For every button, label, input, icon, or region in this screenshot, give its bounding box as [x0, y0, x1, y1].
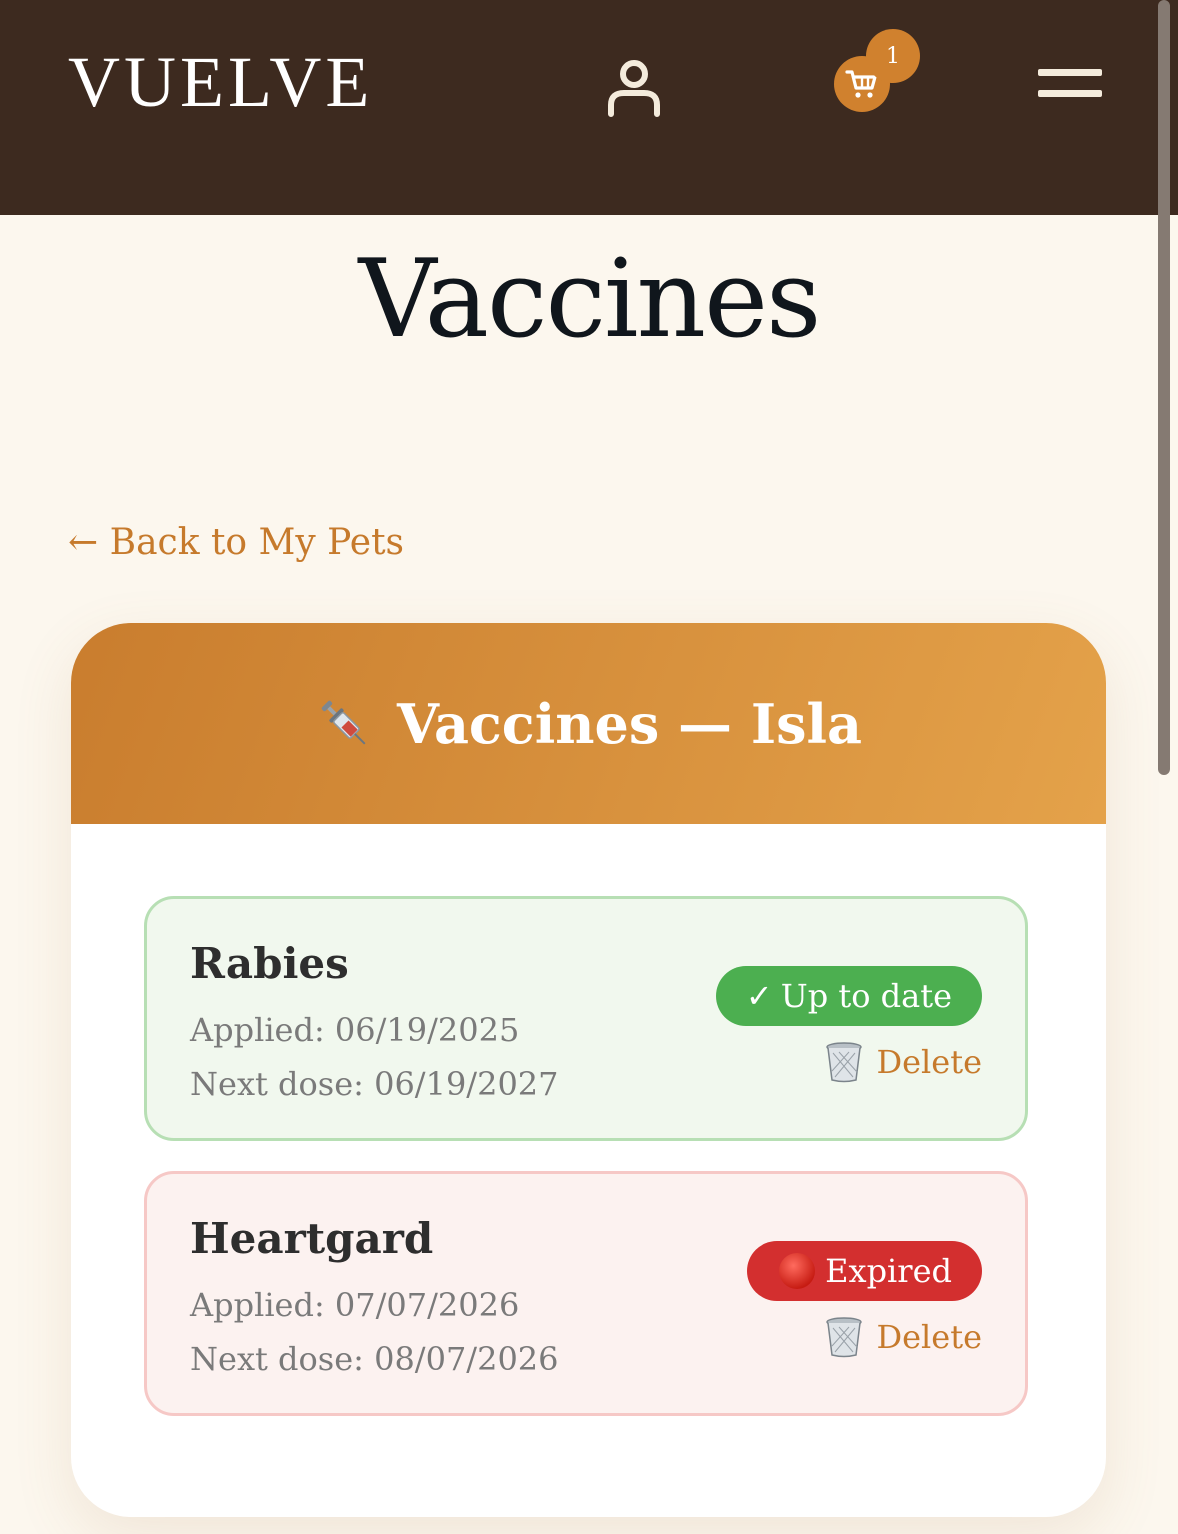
- delete-label: Delete: [876, 1043, 982, 1081]
- checkmark-icon: ✓: [745, 977, 773, 1015]
- account-button[interactable]: [598, 52, 670, 124]
- top-navbar: VUELVE 1: [0, 0, 1178, 215]
- trash-icon: [826, 1042, 863, 1083]
- card-title: Vaccines — Isla: [397, 691, 862, 756]
- vaccine-applied-date: Applied: 06/19/2025: [190, 1011, 520, 1049]
- cart-count-badge: 1: [866, 29, 920, 83]
- user-icon: [608, 60, 660, 117]
- vaccine-item: Rabies Applied: 06/19/2025 Next dose: 06…: [144, 896, 1028, 1141]
- hamburger-menu-icon: [1038, 69, 1102, 76]
- page-title: Vaccines: [358, 237, 822, 362]
- vaccine-item: Heartgard Applied: 07/07/2026 Next dose:…: [144, 1171, 1028, 1416]
- trash-icon: [826, 1317, 863, 1358]
- vaccine-applied-date: Applied: 07/07/2026: [190, 1286, 520, 1324]
- hamburger-menu-icon-bar: [1038, 90, 1102, 97]
- red-circle-icon: [779, 1253, 816, 1289]
- status-label: Up to date: [780, 977, 952, 1015]
- page-scrollbar[interactable]: [1158, 0, 1170, 775]
- brand-logo[interactable]: VUELVE: [68, 42, 373, 122]
- menu-button[interactable]: [1038, 60, 1102, 106]
- back-to-my-pets-link[interactable]: ← Back to My Pets: [68, 522, 404, 563]
- vaccine-next-dose: Next dose: 08/07/2026: [190, 1340, 559, 1378]
- delete-button[interactable]: Delete: [824, 1316, 982, 1358]
- syringe-icon: [321, 700, 366, 745]
- status-badge: Expired: [747, 1241, 982, 1301]
- delete-button[interactable]: Delete: [824, 1041, 982, 1083]
- delete-label: Delete: [876, 1318, 982, 1356]
- status-badge: ✓ Up to date: [715, 966, 982, 1026]
- vaccines-card: Vaccines — Isla Rabies Applied: 06/19/20…: [71, 623, 1106, 1517]
- vaccine-next-dose: Next dose: 06/19/2027: [190, 1065, 559, 1103]
- card-header: Vaccines — Isla: [71, 623, 1106, 824]
- status-label: Expired: [825, 1252, 952, 1290]
- vaccine-name: Heartgard: [190, 1214, 434, 1263]
- vaccine-name: Rabies: [190, 939, 349, 988]
